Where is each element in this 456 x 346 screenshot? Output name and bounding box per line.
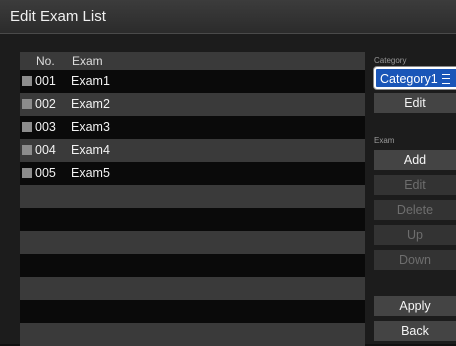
category-edit-button[interactable]: Edit xyxy=(374,93,456,113)
empty-row xyxy=(20,323,365,346)
color-swatch-icon xyxy=(22,99,32,109)
delete-exam-button[interactable]: Delete xyxy=(374,200,456,220)
column-header-exam: Exam xyxy=(72,54,103,68)
table-row[interactable]: 001 Exam1 xyxy=(20,70,365,93)
color-swatch-icon xyxy=(22,122,32,132)
row-number: 001 xyxy=(35,74,56,88)
empty-row xyxy=(20,231,365,254)
back-button[interactable]: Back xyxy=(374,321,456,341)
exam-section-label: Exam xyxy=(374,136,395,145)
empty-row xyxy=(20,277,365,300)
color-swatch-icon xyxy=(22,145,32,155)
row-exam-name: Exam5 xyxy=(71,166,110,180)
empty-row xyxy=(20,254,365,277)
row-exam-name: Exam4 xyxy=(71,143,110,157)
color-swatch-icon xyxy=(22,76,32,86)
color-swatch-icon xyxy=(22,168,32,178)
apply-button[interactable]: Apply xyxy=(374,296,456,316)
category-selected-value: Category1 xyxy=(380,72,438,86)
move-up-button[interactable]: Up xyxy=(374,225,456,245)
window-title: Edit Exam List xyxy=(10,8,106,25)
row-number: 004 xyxy=(35,143,56,157)
column-header-no: No. xyxy=(36,54,55,68)
table-row[interactable]: 002 Exam2 xyxy=(20,93,365,116)
table-row[interactable]: 003 Exam3 xyxy=(20,116,365,139)
row-exam-name: Exam1 xyxy=(71,74,110,88)
exam-list[interactable]: No. Exam 001 Exam1 002 Exam2 003 Exam3 0… xyxy=(20,52,365,346)
add-exam-button[interactable]: Add xyxy=(374,150,456,170)
list-menu-icon xyxy=(442,74,450,84)
title-bar: Edit Exam List xyxy=(0,0,456,34)
empty-row xyxy=(20,185,365,208)
table-row[interactable]: 004 Exam4 xyxy=(20,139,365,162)
row-exam-name: Exam3 xyxy=(71,120,110,134)
empty-row xyxy=(20,300,365,323)
row-number: 002 xyxy=(35,97,56,111)
category-dropdown[interactable]: Category1 xyxy=(374,67,456,89)
empty-row xyxy=(20,208,365,231)
row-number: 003 xyxy=(35,120,56,134)
edit-exam-button[interactable]: Edit xyxy=(374,175,456,195)
table-row[interactable]: 005 Exam5 xyxy=(20,162,365,185)
category-section-label: Category xyxy=(374,56,407,65)
list-header: No. Exam xyxy=(20,52,365,70)
move-down-button[interactable]: Down xyxy=(374,250,456,270)
row-number: 005 xyxy=(35,166,56,180)
row-exam-name: Exam2 xyxy=(71,97,110,111)
